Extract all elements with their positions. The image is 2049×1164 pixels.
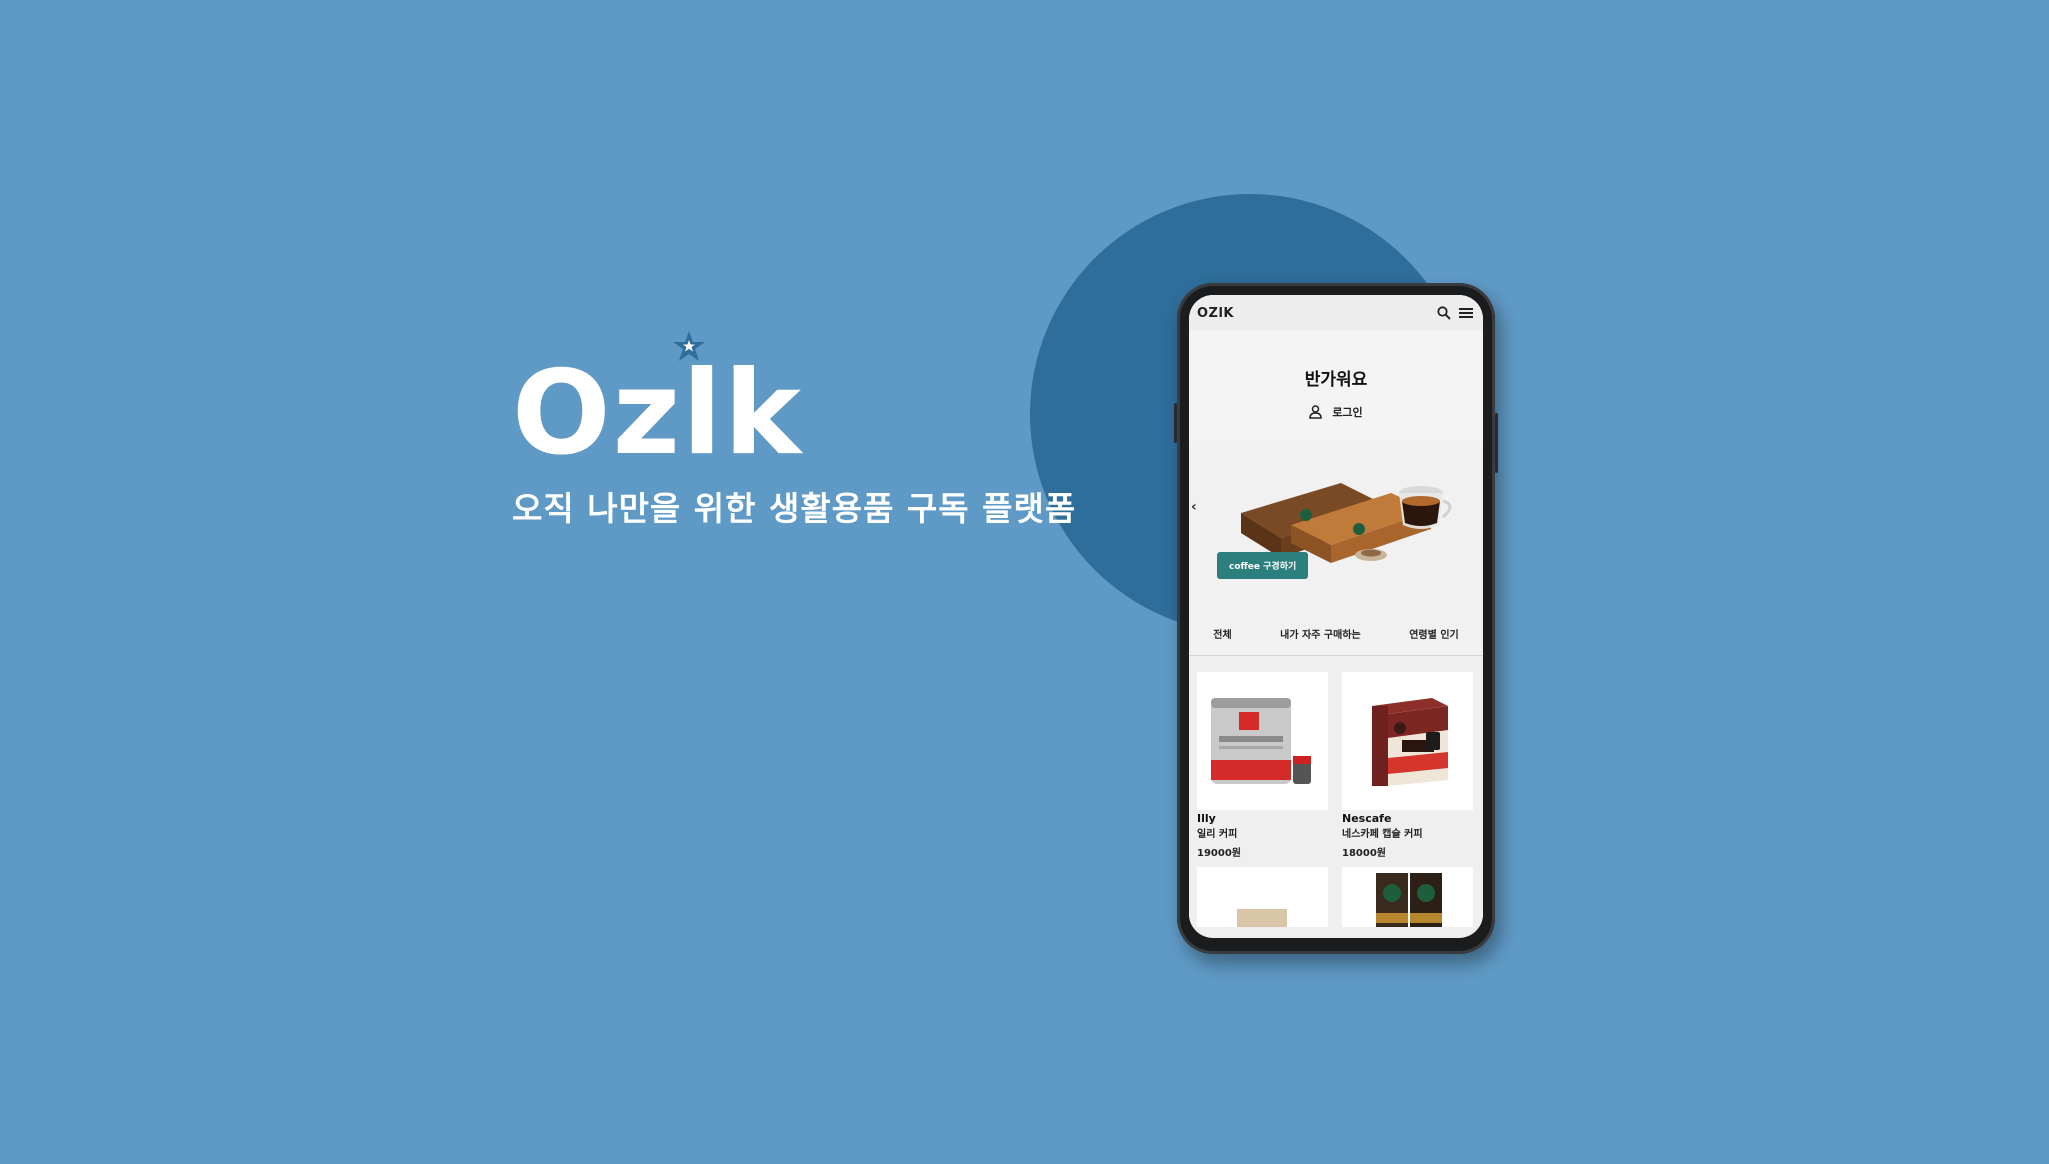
product-card[interactable] xyxy=(1197,867,1328,927)
category-tabs: 전체 내가 자주 구매하는 연령별 인기 xyxy=(1189,611,1483,656)
brand-tagline: 오직 나만을 위한 생활용품 구독 플랫폼 xyxy=(512,489,1077,528)
product-brand: Illy xyxy=(1197,812,1216,825)
welcome-section: 반가워요 로그인 xyxy=(1189,331,1483,441)
product-image xyxy=(1197,867,1328,927)
menu-icon[interactable] xyxy=(1459,307,1473,319)
tab-popular-by-age[interactable]: 연령별 인기 xyxy=(1409,626,1458,641)
search-icon[interactable] xyxy=(1437,306,1451,320)
product-card[interactable]: Illy 일리 커피 19000원 xyxy=(1197,672,1328,859)
coffee-browse-button[interactable]: coffee 구경하기 xyxy=(1217,552,1309,579)
starbucks-box-image xyxy=(1376,873,1442,927)
product-image xyxy=(1342,672,1473,810)
tab-all[interactable]: 전체 xyxy=(1213,626,1231,641)
illy-can-image xyxy=(1211,698,1311,784)
nescafe-box-image xyxy=(1372,698,1448,786)
product-price: 18000원 xyxy=(1342,848,1386,859)
tab-frequently-bought[interactable]: 내가 자주 구매하는 xyxy=(1280,626,1361,641)
chevron-left-icon[interactable]: ‹ xyxy=(1191,499,1197,515)
promo-banner[interactable]: ‹ coffee 구경하기 xyxy=(1189,441,1483,611)
app-topbar: OZlK xyxy=(1189,295,1483,331)
phone-side-button xyxy=(1495,413,1498,473)
app-logo[interactable]: OZlK xyxy=(1197,306,1234,321)
product-image xyxy=(1342,867,1473,927)
user-icon xyxy=(1309,405,1323,419)
phone-mockup: OZlK 반가워요 로그인 ‹ coffee 구경하기 전체 내가 자주 구매하… xyxy=(1174,283,1498,954)
product-partial-image xyxy=(1237,909,1287,927)
product-name: 일리 커피 xyxy=(1197,829,1238,840)
product-name: 네스카페 캡슐 커피 xyxy=(1342,829,1423,840)
product-grid: Illy 일리 커피 19000원 Nescafe 네스카페 캡슐 커피 180… xyxy=(1189,656,1483,927)
product-image xyxy=(1197,672,1328,810)
brand-block: Ozlk 오직 나만을 위한 생활용품 구독 플랫폼 xyxy=(512,331,1077,530)
login-label: 로그인 xyxy=(1332,406,1363,419)
brand-logo: Ozlk xyxy=(512,331,1076,472)
product-card[interactable] xyxy=(1342,867,1473,927)
topbar-icons xyxy=(1437,306,1473,320)
login-button[interactable]: 로그인 xyxy=(1189,404,1483,420)
product-price: 19000원 xyxy=(1197,848,1241,859)
star-icon xyxy=(673,331,705,361)
product-brand: Nescafe xyxy=(1342,812,1392,825)
phone-side-button xyxy=(1174,403,1177,443)
product-card[interactable]: Nescafe 네스카페 캡슐 커피 18000원 xyxy=(1342,672,1473,859)
phone-screen: OZlK 반가워요 로그인 ‹ coffee 구경하기 전체 내가 자주 구매하… xyxy=(1189,295,1483,938)
welcome-title: 반가워요 xyxy=(1304,370,1368,390)
brand-logo-text: Ozlk xyxy=(512,346,804,481)
